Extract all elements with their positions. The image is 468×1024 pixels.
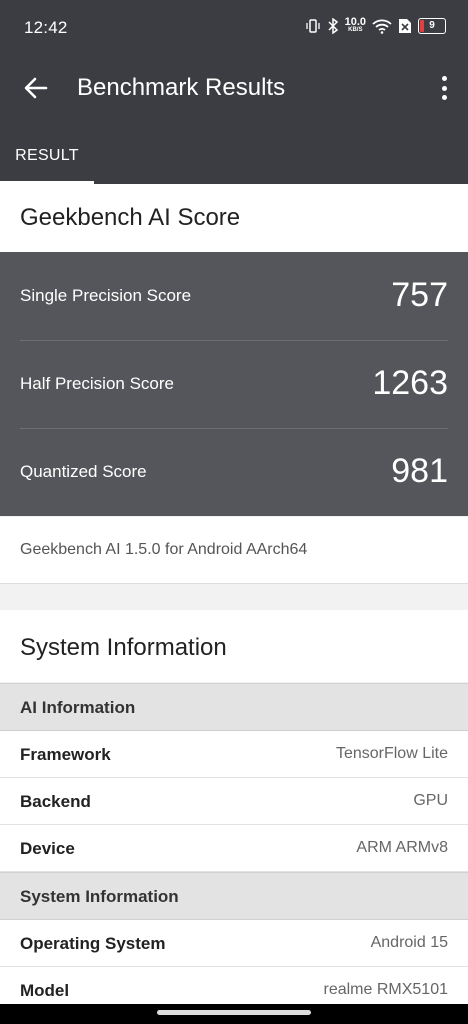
info-row-framework: Framework TensorFlow Lite bbox=[0, 731, 468, 778]
no-sim-icon bbox=[398, 18, 412, 34]
score-row-half: Half Precision Score 1263 bbox=[20, 340, 448, 429]
page-title: Benchmark Results bbox=[77, 74, 286, 101]
app-bar: Benchmark Results bbox=[0, 56, 468, 120]
info-value: GPU bbox=[413, 792, 448, 809]
info-value: Android 15 bbox=[370, 934, 448, 951]
info-value: TensorFlow Lite bbox=[335, 745, 448, 762]
status-bar: 12:42 10.0 KB/S 9 bbox=[0, 0, 468, 56]
vibrate-icon bbox=[305, 18, 321, 34]
top-header: 12:42 10.0 KB/S 9 Benchmark Results RESU… bbox=[0, 0, 468, 184]
score-label: Single Precision Score bbox=[20, 286, 192, 305]
group-header-ai-information: AI Information bbox=[0, 683, 468, 731]
home-gesture-handle[interactable] bbox=[157, 1010, 311, 1015]
info-key: Operating System bbox=[20, 934, 166, 953]
system-section-title: System Information bbox=[20, 634, 227, 661]
score-panel: Single Precision Score 757 Half Precisio… bbox=[0, 252, 468, 516]
info-key: Backend bbox=[20, 792, 91, 811]
score-row-quantized: Quantized Score 981 bbox=[20, 428, 448, 516]
score-label: Quantized Score bbox=[20, 462, 147, 481]
network-speed: 10.0 KB/S bbox=[345, 17, 366, 34]
info-key: Framework bbox=[20, 745, 111, 764]
score-value: 1263 bbox=[372, 364, 448, 402]
speed-unit: KB/S bbox=[348, 27, 363, 33]
battery-level: 9 bbox=[429, 20, 435, 31]
score-value: 981 bbox=[391, 452, 448, 490]
more-vertical-icon[interactable] bbox=[440, 76, 448, 100]
score-label: Half Precision Score bbox=[20, 374, 175, 393]
info-key: Model bbox=[20, 981, 70, 1000]
info-value: ARM ARMv8 bbox=[356, 839, 448, 856]
bluetooth-icon bbox=[327, 17, 339, 34]
tab-result[interactable]: RESULT bbox=[0, 140, 94, 184]
info-row-operating-system: Operating System Android 15 bbox=[0, 920, 468, 967]
system-section-header: System Information bbox=[0, 610, 468, 682]
arrow-left-icon[interactable] bbox=[22, 74, 50, 102]
info-key: Device bbox=[20, 839, 75, 858]
tab-result-label: RESULT bbox=[15, 147, 79, 164]
score-row-single: Single Precision Score 757 bbox=[20, 252, 448, 341]
status-icons: 10.0 KB/S 9 bbox=[305, 17, 446, 34]
speed-value: 10.0 bbox=[344, 16, 366, 28]
group-header-system-information: System Information bbox=[0, 872, 468, 920]
system-nav-bar bbox=[0, 1004, 468, 1024]
wifi-icon bbox=[372, 18, 392, 34]
group-header-label: AI Information bbox=[20, 698, 136, 717]
battery-icon: 9 bbox=[418, 17, 446, 34]
group-header-label: System Information bbox=[20, 887, 179, 906]
score-section-title: Geekbench AI Score bbox=[20, 204, 241, 231]
version-text: Geekbench AI 1.5.0 for Android AArch64 bbox=[20, 541, 308, 558]
score-section-header: Geekbench AI Score bbox=[0, 184, 468, 252]
info-row-device: Device ARM ARMv8 bbox=[0, 825, 468, 872]
status-time: 12:42 bbox=[24, 18, 68, 37]
score-value: 757 bbox=[391, 276, 448, 314]
info-row-backend: Backend GPU bbox=[0, 778, 468, 825]
version-info: Geekbench AI 1.5.0 for Android AArch64 bbox=[0, 517, 468, 584]
info-value: realme RMX5101 bbox=[323, 981, 449, 998]
